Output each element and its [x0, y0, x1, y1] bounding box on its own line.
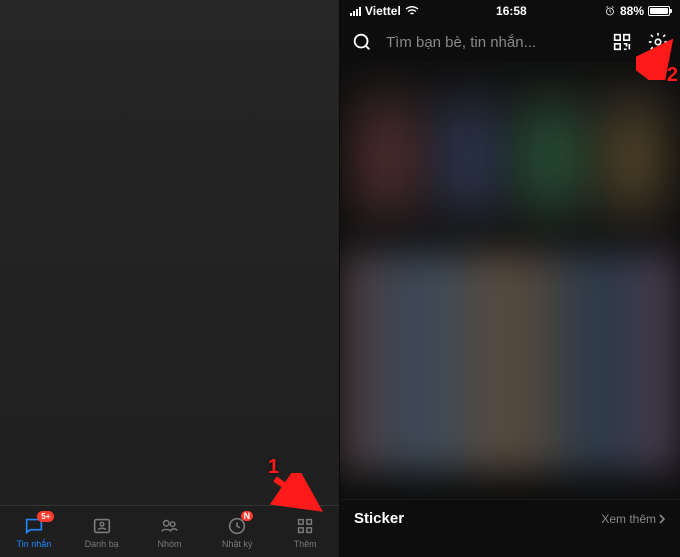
callout-number-2: 2	[667, 64, 678, 87]
left-screenshot: 5+ Tin nhắn Danh bạ Nhóm N Nhật ký	[0, 0, 340, 557]
nav-messages-label: Tin nhắn	[17, 539, 52, 549]
right-content-blur	[340, 62, 680, 499]
grid-more-icon	[294, 515, 316, 537]
blurred-chat-list	[0, 0, 339, 505]
timeline-badge: N	[241, 511, 254, 522]
blurred-media	[340, 252, 680, 472]
alarm-icon	[604, 5, 616, 17]
qr-code-icon[interactable]	[610, 30, 634, 54]
sticker-title: Sticker	[354, 510, 404, 527]
wifi-icon	[405, 6, 419, 16]
battery-icon	[648, 6, 670, 16]
blurred-stories	[340, 62, 680, 252]
nav-more-label: Thêm	[294, 539, 317, 549]
sticker-section-header: Sticker Xem thêm	[340, 499, 680, 537]
sticker-preview-strip	[340, 537, 680, 557]
see-more-label: Xem thêm	[601, 512, 656, 526]
nav-messages[interactable]: 5+ Tin nhắn	[0, 515, 68, 549]
nav-contacts[interactable]: Danh bạ	[68, 515, 136, 549]
battery-percent: 88%	[620, 4, 644, 18]
carrier-name: Viettel	[365, 4, 401, 18]
nav-more[interactable]: Thêm	[271, 515, 339, 549]
search-input[interactable]: Tìm bạn bè, tin nhắn...	[386, 34, 598, 51]
chevron-right-icon	[658, 514, 666, 524]
settings-gear-icon[interactable]	[646, 30, 670, 54]
nav-groups[interactable]: Nhóm	[136, 515, 204, 549]
ios-status-bar: Viettel 16:58 88%	[340, 0, 680, 22]
status-time: 16:58	[496, 4, 527, 18]
nav-timeline[interactable]: N Nhật ký	[203, 515, 271, 549]
callout-number-1: 1	[268, 456, 279, 479]
right-screenshot: Viettel 16:58 88% Tìm bạn bè, tin nhắn..…	[340, 0, 680, 557]
nav-timeline-label: Nhật ký	[222, 539, 253, 549]
search-icon[interactable]	[350, 30, 374, 54]
see-more-link[interactable]: Xem thêm	[601, 512, 666, 526]
search-header: Tìm bạn bè, tin nhắn...	[340, 22, 680, 62]
nav-groups-label: Nhóm	[157, 539, 181, 549]
bottom-nav-bar: 5+ Tin nhắn Danh bạ Nhóm N Nhật ký	[0, 505, 339, 557]
nav-contacts-label: Danh bạ	[85, 539, 119, 549]
messages-badge: 5+	[37, 511, 54, 523]
contact-card-icon	[91, 515, 113, 537]
signal-strength-icon	[350, 6, 361, 16]
people-group-icon	[158, 515, 180, 537]
